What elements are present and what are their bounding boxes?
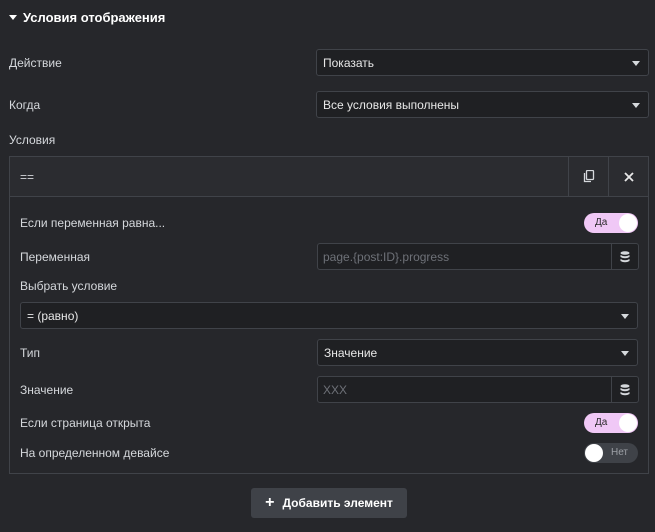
dynamic-tags-button[interactable] xyxy=(611,377,638,402)
type-select[interactable]: Значение xyxy=(317,339,638,366)
condition-item-title: == xyxy=(20,170,35,184)
database-icon xyxy=(620,250,630,262)
duplicate-button[interactable] xyxy=(568,157,608,196)
toggle-knob xyxy=(619,414,637,432)
database-icon xyxy=(620,383,630,395)
value-field xyxy=(317,376,639,403)
page-open-toggle[interactable]: Да xyxy=(584,413,638,433)
variable-field xyxy=(317,243,639,270)
toggle-text: Да xyxy=(595,417,608,428)
condition-select-value: = (равно) xyxy=(27,308,79,323)
variable-equals-toggle[interactable]: Да xyxy=(584,213,638,233)
chevron-down-icon xyxy=(621,314,629,319)
close-icon xyxy=(623,171,634,182)
type-select-value: Значение xyxy=(324,345,378,360)
chevron-down-icon xyxy=(632,61,640,66)
value-label: Значение xyxy=(20,383,74,397)
variable-label: Переменная xyxy=(20,250,90,264)
add-item-label: Добавить элемент xyxy=(282,496,393,510)
when-select[interactable]: Все условия выполнены xyxy=(316,91,649,118)
action-select-value: Показать xyxy=(323,55,375,70)
section-header[interactable]: Условия отображения xyxy=(0,0,655,34)
toggle-text: Нет xyxy=(610,447,628,458)
select-condition-label: Выбрать условие xyxy=(20,279,118,293)
action-select[interactable]: Показать xyxy=(316,49,649,76)
caret-down-icon xyxy=(9,14,17,20)
chevron-down-icon xyxy=(621,351,629,356)
condition-item-header[interactable]: == xyxy=(10,157,648,197)
variable-equals-label: Если переменная равна... xyxy=(20,216,166,230)
when-label: Когда xyxy=(9,98,41,112)
type-label: Тип xyxy=(20,346,41,360)
toggle-knob xyxy=(585,444,603,462)
condition-select[interactable]: = (равно) xyxy=(20,302,638,329)
copy-icon xyxy=(583,170,594,183)
condition-item: == Если переменная равна... Да Переменна… xyxy=(9,156,649,474)
variable-input[interactable] xyxy=(318,244,611,269)
page-open-label: Если страница открыта xyxy=(20,416,151,430)
add-item-button[interactable]: + Добавить элемент xyxy=(251,488,407,518)
device-toggle[interactable]: Нет xyxy=(584,443,638,463)
device-label: На определенном девайсе xyxy=(20,446,170,460)
plus-icon: + xyxy=(265,494,275,511)
section-title: Условия отображения xyxy=(23,9,166,25)
when-select-value: Все условия выполнены xyxy=(323,97,460,112)
toggle-knob xyxy=(619,214,637,232)
conditions-label: Условия xyxy=(9,133,56,147)
display-conditions-panel: Условия отображения Действие Показать Ко… xyxy=(0,0,655,532)
dynamic-tags-button[interactable] xyxy=(611,244,638,269)
value-input[interactable] xyxy=(318,377,611,402)
remove-button[interactable] xyxy=(608,157,648,196)
toggle-text: Да xyxy=(595,217,608,228)
action-label: Действие xyxy=(9,56,62,70)
chevron-down-icon xyxy=(632,103,640,108)
